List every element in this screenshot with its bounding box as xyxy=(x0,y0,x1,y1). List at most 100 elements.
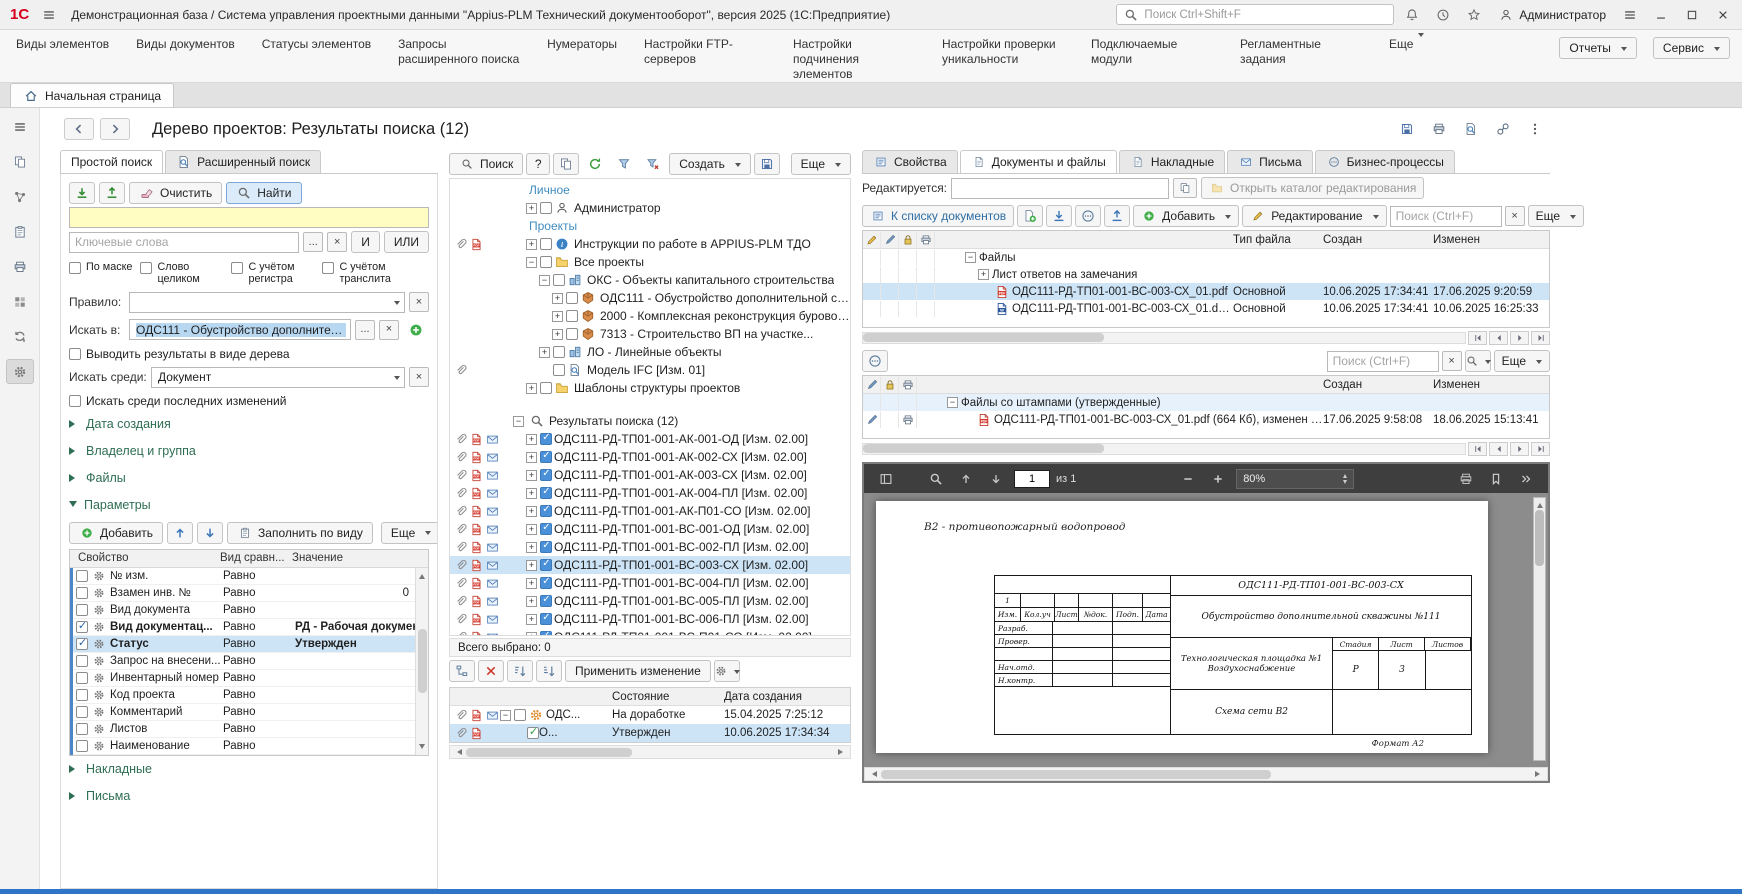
scroll-left-icon[interactable] xyxy=(454,749,462,755)
item-checkbox[interactable] xyxy=(566,310,578,322)
add-search-location-button[interactable] xyxy=(403,319,429,341)
stamps-search-settings-button[interactable] xyxy=(1465,350,1491,372)
result-checkbox[interactable] xyxy=(540,613,552,625)
keywords-clear-button[interactable]: × xyxy=(327,232,347,252)
translit-checkbox[interactable]: С учётом транслита xyxy=(322,261,405,286)
expander[interactable] xyxy=(526,488,537,499)
forward-button[interactable] xyxy=(100,118,130,140)
item-checkbox[interactable] xyxy=(540,202,552,214)
expander[interactable] xyxy=(526,632,537,637)
result-checkbox[interactable] xyxy=(540,451,552,463)
stamps-search-clear-button[interactable]: × xyxy=(1442,351,1462,371)
expander[interactable] xyxy=(526,239,537,250)
files-search-input[interactable] xyxy=(1390,206,1502,227)
expander[interactable] xyxy=(978,269,989,280)
tree-item[interactable]: 2000 - Комплексная реконструкция буровой… xyxy=(450,307,850,325)
left-toolbar-button[interactable] xyxy=(6,114,34,139)
param-checkbox[interactable] xyxy=(76,587,88,599)
tree-item[interactable]: Личное xyxy=(450,181,850,199)
panel-tab[interactable]: Письма xyxy=(1227,150,1313,173)
sort-desc-button[interactable] xyxy=(536,660,562,682)
checkbox[interactable] xyxy=(322,262,334,274)
param-row[interactable]: Запрос на внесени... Равно xyxy=(73,653,415,670)
item-checkbox[interactable] xyxy=(540,238,552,250)
expander[interactable] xyxy=(526,257,537,268)
main-menu-button[interactable] xyxy=(36,4,62,26)
search-result-item[interactable]: PDF ОДС111-РД-ТП01-001-ВС-004-ПЛ [Изм. 0… xyxy=(450,574,850,592)
left-toolbar-button[interactable] xyxy=(6,254,34,279)
expander[interactable] xyxy=(947,397,958,408)
tree-item[interactable]: Результаты поиска (12) xyxy=(450,412,850,430)
param-row[interactable]: Код проекта Равно xyxy=(73,687,415,704)
keywords-options-button[interactable]: ... xyxy=(303,232,323,252)
expander[interactable] xyxy=(552,329,563,340)
left-toolbar-button[interactable] xyxy=(6,289,34,314)
whole-word-checkbox[interactable]: Слово целиком xyxy=(140,261,223,286)
tree-item[interactable]: 7313 - Строительство ВП на участке... xyxy=(450,325,850,343)
param-row[interactable]: Взамен инв. № Равно 0 xyxy=(73,585,415,602)
param-checkbox[interactable] xyxy=(76,740,88,752)
search-result-item[interactable]: PDF ОДС111-РД-ТП01-001-АК-002-СХ [Изм. 0… xyxy=(450,448,850,466)
expander[interactable] xyxy=(526,560,537,571)
checkbox[interactable] xyxy=(69,348,81,360)
expander[interactable] xyxy=(552,311,563,322)
param-checkbox[interactable] xyxy=(76,621,88,633)
add-param-button[interactable]: Добавить xyxy=(69,522,163,544)
pdf-tools-button[interactable] xyxy=(1514,468,1538,490)
window-menu-button[interactable] xyxy=(1617,4,1643,26)
favorites-button[interactable] xyxy=(1461,4,1487,26)
print-column-icon[interactable] xyxy=(899,377,917,393)
param-row[interactable]: Вид документац... Равно РД - Рабочая док… xyxy=(73,619,415,636)
tree-item[interactable]: PDF i Инструкции по работе в APPIUS-PLM … xyxy=(450,235,850,253)
files-more-button[interactable]: Еще xyxy=(1528,205,1584,227)
download-file-button[interactable] xyxy=(1046,205,1072,227)
search-result-item[interactable]: PDF ОДС111-РД-ТП01-001-ВС-П01-СО [Изм. 0… xyxy=(450,628,850,636)
tree-search-button[interactable]: Поиск xyxy=(449,153,523,175)
next-page-button[interactable] xyxy=(1510,442,1529,456)
menu-item[interactable]: Статусы элементов xyxy=(262,37,371,52)
column-modified[interactable]: Изменен xyxy=(1433,379,1549,391)
form-action-button[interactable] xyxy=(1490,118,1516,140)
result-checkbox[interactable] xyxy=(540,577,552,589)
expander[interactable] xyxy=(526,596,537,607)
panel-tab[interactable]: Бизнес-процессы xyxy=(1315,150,1455,173)
tree-more-button[interactable]: Еще xyxy=(791,153,851,175)
tree-h-scrollbar[interactable] xyxy=(449,745,851,759)
param-checkbox[interactable] xyxy=(76,706,88,718)
stamped-file-row[interactable]: Файлы со штампами (утвержденные) xyxy=(863,394,1549,411)
checkbox[interactable] xyxy=(69,262,81,274)
param-row[interactable]: Наименование Равно xyxy=(73,738,415,755)
tab-advanced-search[interactable]: Расширенный поиск xyxy=(165,150,321,173)
left-toolbar-button[interactable] xyxy=(6,324,34,349)
pdf-next-page-button[interactable] xyxy=(984,468,1008,490)
cancel-changes-button[interactable] xyxy=(478,660,504,682)
expander[interactable] xyxy=(539,347,550,358)
search-in-clear-button[interactable]: × xyxy=(379,320,399,340)
result-checkbox[interactable] xyxy=(540,523,552,535)
expander[interactable] xyxy=(526,203,537,214)
add-file-button[interactable]: Добавить xyxy=(1133,205,1239,227)
expander[interactable] xyxy=(978,303,989,314)
expander[interactable] xyxy=(513,416,524,427)
open-edit-catalog-button[interactable]: Открыть каталог редактирования xyxy=(1201,177,1424,199)
param-checkbox[interactable] xyxy=(76,655,88,667)
edit-column-icon[interactable] xyxy=(863,232,881,248)
param-row[interactable]: Инвентарный номер Равно xyxy=(73,670,415,687)
scroll-down-icon[interactable] xyxy=(419,744,425,752)
column-comparison[interactable]: Вид сравн... xyxy=(220,552,292,564)
pdf-v-scrollbar[interactable] xyxy=(1533,497,1546,761)
checkbox[interactable] xyxy=(140,262,152,274)
tree-results-checkbox[interactable]: Выводить результаты в виде дерева xyxy=(69,347,429,361)
among-clear-button[interactable]: × xyxy=(409,367,429,387)
first-page-button[interactable] xyxy=(1468,331,1487,345)
filter-button[interactable] xyxy=(611,153,637,175)
column-created[interactable]: Создан xyxy=(1323,234,1433,246)
collapsible-section[interactable]: Письма xyxy=(69,783,429,810)
result-checkbox[interactable] xyxy=(540,595,552,607)
scroll-right-icon[interactable] xyxy=(838,749,846,755)
prev-page-button[interactable] xyxy=(1489,442,1508,456)
column-file-type[interactable]: Тип файла xyxy=(1233,234,1323,246)
form-action-button[interactable] xyxy=(1394,118,1420,140)
mask-checkbox[interactable]: По маске xyxy=(69,261,132,274)
search-result-item[interactable]: PDF ОДС111-РД-ТП01-001-ВС-002-ПЛ [Изм. 0… xyxy=(450,538,850,556)
